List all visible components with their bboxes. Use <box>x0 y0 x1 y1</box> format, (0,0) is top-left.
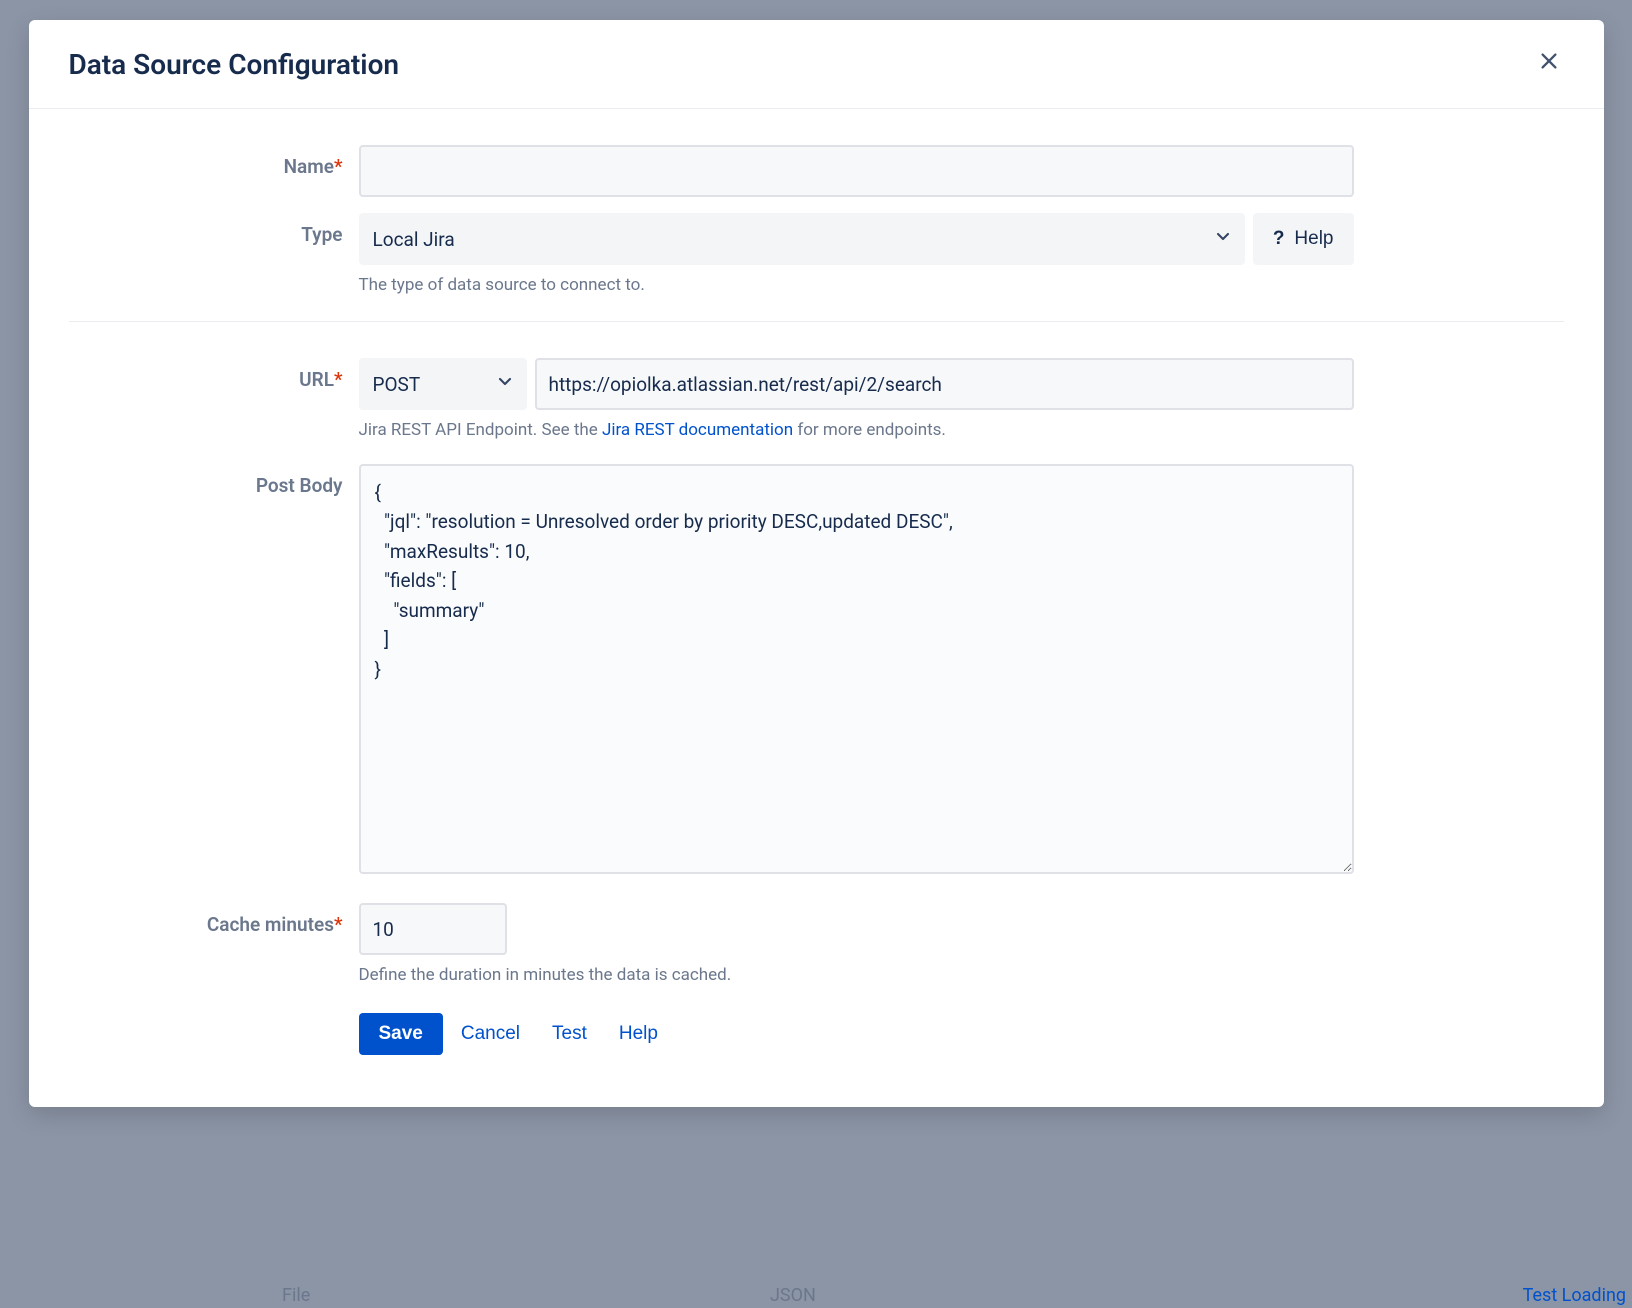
type-label: Type <box>69 213 359 246</box>
cache-label: Cache minutes* <box>69 903 359 936</box>
bg-json-label: JSON <box>770 1285 816 1306</box>
data-source-config-modal: Data Source Configuration Name* Type <box>29 20 1604 1107</box>
cache-row: Cache minutes* Define the duration in mi… <box>69 903 1564 1055</box>
close-button[interactable] <box>1534 46 1564 82</box>
name-label: Name* <box>69 145 359 178</box>
required-marker: * <box>334 368 343 391</box>
required-marker: * <box>334 913 343 936</box>
post-body-label: Post Body <box>69 464 359 497</box>
jira-rest-doc-link[interactable]: Jira REST documentation <box>602 420 793 440</box>
url-input[interactable] <box>535 358 1354 410</box>
action-buttons: Save Cancel Test Help <box>359 1013 1354 1055</box>
http-method-select[interactable]: POST <box>359 358 527 410</box>
question-icon: ? <box>1273 228 1285 250</box>
name-row: Name* <box>69 145 1564 197</box>
type-select[interactable]: Local Jira <box>359 213 1245 265</box>
modal-title: Data Source Configuration <box>69 48 400 81</box>
chevron-down-icon <box>495 372 515 397</box>
save-button[interactable]: Save <box>359 1013 443 1055</box>
post-body-textarea[interactable] <box>359 464 1354 874</box>
cache-help-text: Define the duration in minutes the data … <box>359 965 1354 985</box>
cache-minutes-input[interactable] <box>359 903 507 955</box>
bg-test-loading-link[interactable]: Test Loading <box>1523 1285 1626 1306</box>
close-icon <box>1538 50 1560 78</box>
required-marker: * <box>334 155 343 178</box>
cancel-button[interactable]: Cancel <box>447 1013 534 1055</box>
chevron-down-icon <box>1213 227 1233 252</box>
test-button[interactable]: Test <box>538 1013 601 1055</box>
url-row: URL* POST Jira REST API Endpoin <box>69 358 1564 440</box>
type-row: Type Local Jira ? Help <box>69 213 1564 295</box>
type-help-text: The type of data source to connect to. <box>359 275 1354 295</box>
url-label: URL* <box>69 358 359 391</box>
type-help-button[interactable]: ? Help <box>1253 213 1354 265</box>
post-body-row: Post Body <box>69 464 1564 879</box>
modal-body: Name* Type Local Jira <box>29 109 1604 1107</box>
name-input[interactable] <box>359 145 1354 197</box>
bg-file-label: File <box>282 1285 310 1306</box>
section-divider <box>69 321 1564 322</box>
modal-header: Data Source Configuration <box>29 20 1604 109</box>
help-button[interactable]: Help <box>605 1013 672 1055</box>
url-help-text: Jira REST API Endpoint. See the Jira RES… <box>359 420 1354 440</box>
